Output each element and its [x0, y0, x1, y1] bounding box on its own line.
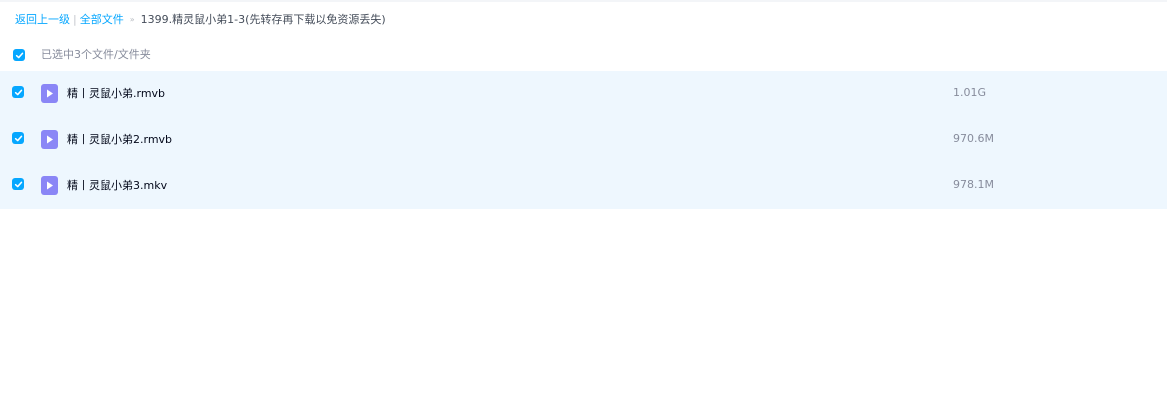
file-name[interactable]: 精丨灵鼠小弟.rmvb [67, 86, 165, 102]
breadcrumb-arrow-icon: » [129, 15, 135, 24]
top-divider [0, 0, 1167, 2]
file-checkbox[interactable] [12, 178, 24, 190]
file-name[interactable]: 精丨灵鼠小弟2.rmvb [67, 132, 172, 148]
breadcrumb: 返回上一级 | 全部文件 » 1399.精灵鼠小弟1-3(先转存再下载以免资源丢… [15, 12, 386, 28]
select-all-row: 已选中3个文件/文件夹 [13, 46, 151, 64]
checkmark-icon [14, 89, 22, 95]
breadcrumb-separator: | [73, 13, 77, 26]
file-checkbox[interactable] [12, 86, 24, 98]
file-list: 精丨灵鼠小弟.rmvb 1.01G 精丨灵鼠小弟2.rmvb 970.6M 精丨… [0, 71, 1167, 209]
file-row[interactable]: 精丨灵鼠小弟2.rmvb 970.6M [0, 117, 1167, 163]
file-size: 978.1M [953, 178, 994, 191]
selection-count-text: 已选中3个文件/文件夹 [41, 48, 151, 61]
file-size: 970.6M [953, 132, 994, 145]
share-file-page: 返回上一级 | 全部文件 » 1399.精灵鼠小弟1-3(先转存再下载以免资源丢… [0, 0, 1167, 414]
checkmark-icon [15, 52, 23, 58]
back-link[interactable]: 返回上一级 [15, 12, 70, 28]
video-file-icon [41, 84, 58, 103]
all-files-link[interactable]: 全部文件 [80, 12, 124, 28]
select-all-checkbox[interactable] [13, 49, 25, 61]
file-checkbox[interactable] [12, 132, 24, 144]
checkmark-icon [14, 181, 22, 187]
file-row[interactable]: 精丨灵鼠小弟3.mkv 978.1M [0, 163, 1167, 209]
checkmark-icon [14, 135, 22, 141]
file-name[interactable]: 精丨灵鼠小弟3.mkv [67, 178, 167, 194]
file-row[interactable]: 精丨灵鼠小弟.rmvb 1.01G [0, 71, 1167, 117]
breadcrumb-current-folder: 1399.精灵鼠小弟1-3(先转存再下载以免资源丢失) [140, 13, 386, 26]
file-size: 1.01G [953, 86, 987, 99]
video-file-icon [41, 176, 58, 195]
video-file-icon [41, 130, 58, 149]
